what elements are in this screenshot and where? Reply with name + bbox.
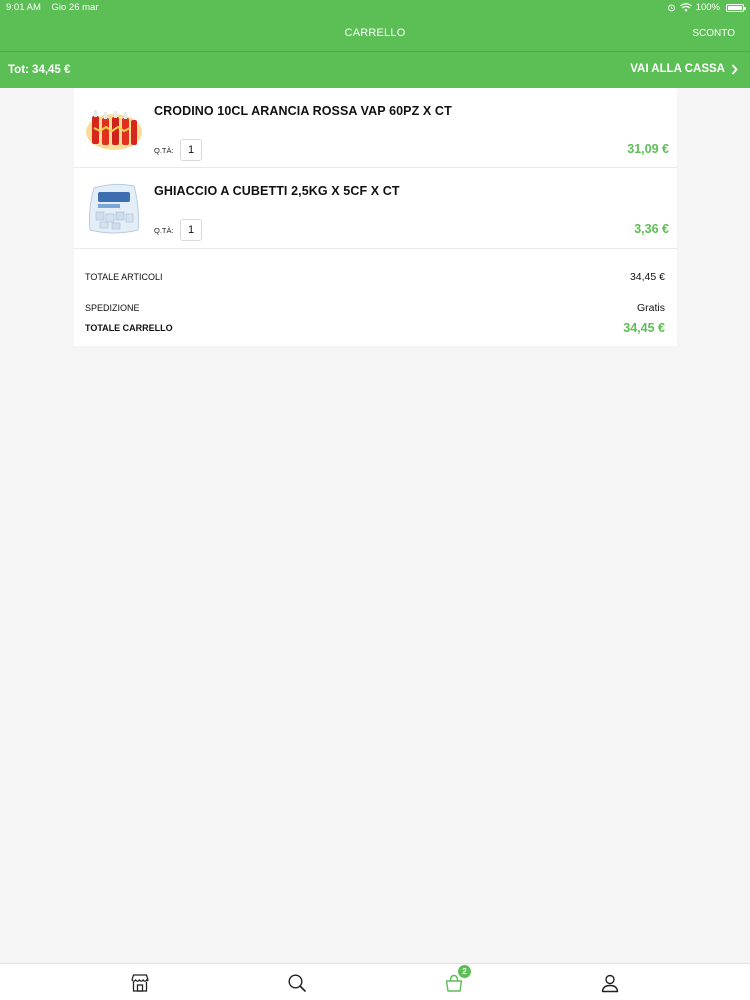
status-left: 9:01 AM Gio 26 mar	[6, 2, 107, 13]
status-date: Gio 26 mar	[51, 2, 99, 13]
nav-bar: CARRELLO SCONTO	[0, 16, 750, 52]
battery-percent: 100%	[695, 2, 720, 13]
cart-total-summary: Tot: 34,45 €	[8, 64, 71, 76]
product-image-crodino	[86, 110, 142, 150]
items-total-value: 34,45 €	[629, 271, 665, 283]
shipping-value: Gratis	[636, 302, 665, 314]
chevron-right-icon	[731, 63, 738, 75]
product-price: 31,09 €	[627, 142, 669, 156]
tab-search[interactable]	[286, 972, 308, 994]
battery-icon	[726, 3, 746, 12]
tab-cart[interactable]: 2	[443, 965, 471, 994]
search-icon	[288, 974, 306, 992]
quantity-field[interactable]: 1	[180, 219, 202, 241]
checkout-label: VAI ALLA CASSA	[630, 63, 725, 75]
items-total-label: TOTALE ARTICOLI	[85, 272, 163, 282]
cart-card: CRODINO 10CL ARANCIA ROSSA VAP 60PZ X CT…	[74, 88, 677, 346]
quantity-label: Q.TÀ:	[154, 226, 174, 235]
cart-summary: TOTALE ARTICOLI 34,45 € SPEDIZIONE Grati…	[74, 249, 677, 346]
total-bar: Tot: 34,45 € VAI ALLA CASSA	[0, 52, 750, 88]
tab-profile[interactable]	[599, 972, 621, 994]
status-bar: 9:01 AM Gio 26 mar 100%	[0, 0, 750, 16]
shipping-label: SPEDIZIONE	[85, 303, 140, 313]
product-name: GHIACCIO A CUBETTI 2,5KG X 5CF X CT	[154, 184, 400, 198]
quantity-field[interactable]: 1	[180, 139, 202, 161]
status-right: 100%	[667, 2, 746, 13]
cart-total-value: 34,45 €	[623, 321, 665, 335]
product-name: CRODINO 10CL ARANCIA ROSSA VAP 60PZ X CT	[154, 104, 452, 118]
cart-badge: 2	[458, 965, 471, 978]
cart-item[interactable]: GHIACCIO A CUBETTI 2,5KG X 5CF X CT Q.TÀ…	[74, 168, 677, 249]
product-price: 3,36 €	[634, 222, 669, 236]
quantity-label: Q.TÀ:	[154, 146, 174, 155]
discount-button[interactable]: SCONTO	[692, 28, 735, 39]
store-icon	[131, 974, 149, 992]
tab-bar: 2	[0, 963, 750, 1000]
checkout-button[interactable]: VAI ALLA CASSA	[630, 63, 738, 75]
product-image-ice	[89, 183, 139, 234]
cart-total-label: TOTALE CARRELLO	[85, 323, 173, 333]
user-icon	[601, 974, 619, 993]
tab-store[interactable]	[129, 972, 151, 994]
cart-item[interactable]: CRODINO 10CL ARANCIA ROSSA VAP 60PZ X CT…	[74, 88, 677, 168]
status-time: 9:01 AM	[6, 2, 41, 13]
page-title: CARRELLO	[344, 27, 406, 39]
alarm-icon	[667, 4, 675, 12]
wifi-icon	[679, 3, 692, 12]
